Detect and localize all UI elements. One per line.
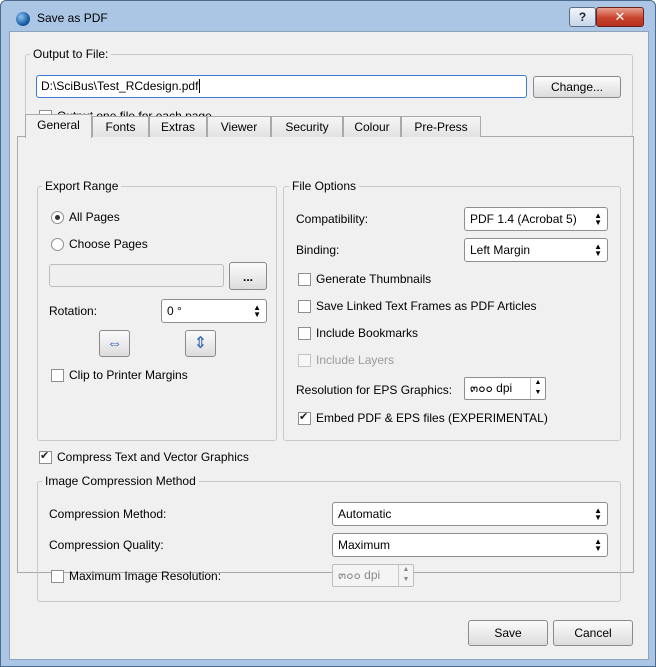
- spin-arrows-icon: ▲ ▼: [398, 565, 413, 586]
- rotation-label: Rotation:: [49, 304, 98, 318]
- all-pages-radio[interactable]: [51, 211, 64, 224]
- browse-pages-button[interactable]: ...: [229, 262, 267, 290]
- updown-arrows-icon: ▲ ▼: [594, 537, 602, 553]
- clip-printer-margins-checkbox[interactable]: [51, 369, 64, 382]
- embed-pdf-eps-checkbox[interactable]: [298, 410, 311, 425]
- tab-security[interactable]: Security: [271, 116, 343, 137]
- max-image-resolution-checkbox[interactable]: [51, 570, 64, 583]
- updown-arrows-icon: ▲ ▼: [594, 242, 602, 258]
- title-bar[interactable]: Save as PDF ? ✕: [1, 1, 655, 31]
- max-image-resolution-spinbox: ๓๐๐ dpi ▲ ▼: [332, 564, 414, 587]
- clip-printer-margins-label: Clip to Printer Margins: [69, 368, 188, 382]
- compatibility-label: Compatibility:: [296, 212, 369, 226]
- image-compression-title: Image Compression Method: [42, 474, 199, 488]
- tab-extras[interactable]: Extras: [149, 116, 207, 137]
- mirror-horizontal-button[interactable]: ⇔: [99, 330, 130, 357]
- file-options-title: File Options: [289, 179, 360, 193]
- dialog-window: Save as PDF ? ✕ Output to File: D:\SciBu…: [0, 0, 656, 667]
- spin-arrows-icon[interactable]: ▲ ▼: [530, 378, 545, 399]
- eps-resolution-label: Resolution for EPS Graphics:: [296, 383, 453, 397]
- embed-pdf-eps-label: Embed PDF & EPS files (EXPERIMENTAL): [316, 411, 548, 425]
- output-group-title: Output to File:: [30, 47, 112, 61]
- eps-resolution-spinbox[interactable]: ๓๐๐ dpi ▲ ▼: [464, 377, 546, 400]
- tab-general[interactable]: General: [25, 114, 92, 138]
- max-image-resolution-value: ๓๐๐ dpi: [338, 568, 381, 582]
- compress-text-label: Compress Text and Vector Graphics: [57, 450, 249, 464]
- choose-pages-label: Choose Pages: [69, 237, 148, 251]
- scribus-app-icon: [16, 12, 30, 26]
- rotation-value: 0 °: [167, 304, 182, 318]
- include-layers-label: Include Layers: [316, 353, 395, 367]
- binding-select[interactable]: Left Margin ▲ ▼: [464, 238, 608, 262]
- choose-pages-radio[interactable]: [51, 238, 64, 251]
- save-button[interactable]: Save: [468, 620, 548, 646]
- generate-thumbnails-label: Generate Thumbnails: [316, 272, 432, 286]
- linked-text-frames-label: Save Linked Text Frames as PDF Articles: [316, 299, 537, 313]
- export-range-title: Export Range: [42, 179, 122, 193]
- compatibility-value: PDF 1.4 (Acrobat 5): [470, 212, 577, 226]
- mirror-vertical-icon: ⇕: [193, 335, 208, 352]
- output-file-input[interactable]: D:\SciBus\Test_RCdesign.pdf: [36, 75, 527, 98]
- updown-arrows-icon: ▲ ▼: [253, 303, 261, 319]
- tab-pre-press[interactable]: Pre-Press: [401, 116, 481, 137]
- compress-text-checkbox[interactable]: [39, 449, 52, 464]
- compression-quality-label: Compression Quality:: [49, 538, 164, 552]
- linked-text-frames-checkbox[interactable]: [298, 300, 311, 313]
- binding-label: Binding:: [296, 243, 340, 257]
- compatibility-select[interactable]: PDF 1.4 (Acrobat 5) ▲ ▼: [464, 207, 608, 231]
- rotation-select[interactable]: 0 ° ▲ ▼: [161, 299, 267, 323]
- mirror-vertical-button[interactable]: ⇕: [185, 330, 216, 357]
- generate-thumbnails-checkbox[interactable]: [298, 273, 311, 286]
- compression-quality-select[interactable]: Maximum ▲ ▼: [332, 533, 608, 557]
- close-button[interactable]: ✕: [596, 7, 644, 27]
- compression-method-select[interactable]: Automatic ▲ ▼: [332, 502, 608, 526]
- pages-input[interactable]: [49, 264, 224, 287]
- help-button[interactable]: ?: [569, 7, 596, 27]
- include-bookmarks-label: Include Bookmarks: [316, 326, 419, 340]
- tab-fonts[interactable]: Fonts: [92, 116, 149, 137]
- all-pages-label: All Pages: [69, 210, 120, 224]
- change-button[interactable]: Change...: [533, 76, 621, 98]
- updown-arrows-icon: ▲ ▼: [594, 211, 602, 227]
- output-file-path: D:\SciBus\Test_RCdesign.pdf: [41, 79, 199, 93]
- compression-method-value: Automatic: [338, 507, 392, 521]
- updown-arrows-icon: ▲ ▼: [594, 506, 602, 522]
- max-image-resolution-label: Maximum Image Resolution:: [69, 569, 222, 583]
- binding-value: Left Margin: [470, 243, 531, 257]
- eps-resolution-value: ๓๐๐ dpi: [470, 381, 513, 395]
- include-bookmarks-checkbox[interactable]: [298, 327, 311, 340]
- include-layers-checkbox: [298, 354, 311, 367]
- mirror-horizontal-icon: ⇔: [106, 335, 123, 352]
- compression-quality-value: Maximum: [338, 538, 391, 552]
- tab-colour[interactable]: Colour: [343, 116, 401, 137]
- compression-method-label: Compression Method:: [49, 507, 167, 521]
- cancel-button[interactable]: Cancel: [553, 620, 633, 646]
- window-title: Save as PDF: [37, 11, 108, 25]
- tab-viewer[interactable]: Viewer: [207, 116, 271, 137]
